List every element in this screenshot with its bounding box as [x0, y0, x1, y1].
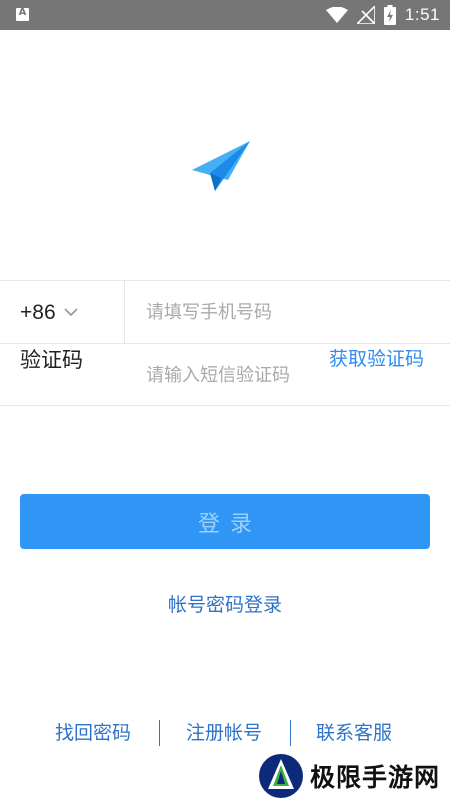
- login-button[interactable]: 登录: [20, 494, 430, 549]
- link-separator: [290, 720, 291, 746]
- watermark: 极限手游网: [258, 752, 440, 800]
- signal-off-icon: [356, 6, 375, 24]
- battery-charging-icon: [383, 5, 396, 25]
- verification-code-label: 验证码: [20, 348, 83, 372]
- watermark-logo-icon: [259, 754, 303, 798]
- watermark-text: 极限手游网: [310, 763, 441, 792]
- country-code-label: +86: [20, 300, 56, 324]
- chevron-down-icon: [63, 308, 78, 317]
- status-icons: 1:51: [325, 0, 440, 30]
- country-code-selector[interactable]: +86: [20, 281, 78, 344]
- verification-code-row: 验证码 获取验证码: [0, 343, 450, 407]
- status-bar: A 1:51: [0, 0, 450, 30]
- vertical-divider: [124, 281, 125, 343]
- contact-service-link[interactable]: 联系客服: [316, 718, 392, 748]
- android-notification-icon: A: [16, 7, 29, 21]
- bottom-links: 找回密码 注册帐号 联系客服: [0, 718, 450, 748]
- sms-code-input[interactable]: [146, 344, 311, 407]
- link-separator: [159, 720, 160, 746]
- clock-time: 1:51: [404, 5, 440, 24]
- get-code-button[interactable]: 获取验证码: [329, 344, 424, 407]
- wifi-icon: [325, 7, 348, 23]
- account-password-login-link[interactable]: 帐号密码登录: [0, 590, 450, 617]
- register-account-link[interactable]: 注册帐号: [186, 718, 262, 748]
- find-password-link[interactable]: 找回密码: [55, 718, 131, 748]
- phone-number-input[interactable]: [146, 281, 436, 344]
- phone-row: +86: [0, 280, 450, 344]
- paper-plane-logo-icon: [192, 141, 250, 191]
